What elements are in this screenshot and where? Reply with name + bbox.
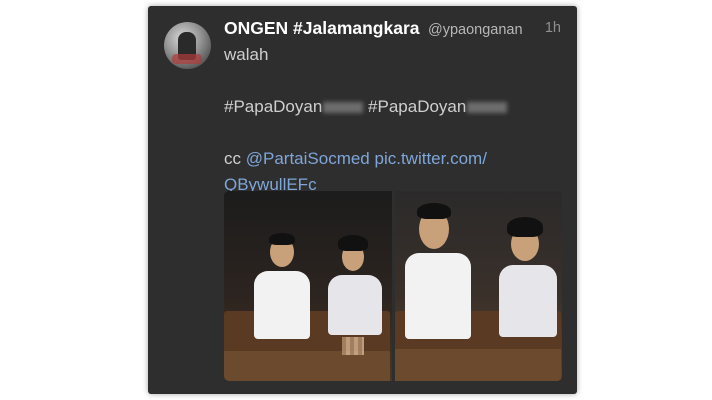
hashtag-line: #PapaDoyan #PapaDoyan [224, 94, 554, 120]
cc-line: cc @PartaiSocmed pic.twitter.com/ [224, 146, 554, 172]
man-shirt [404, 253, 471, 339]
display-name[interactable]: ONGEN #Jalamangkara [224, 18, 420, 38]
cc-prefix: cc [224, 149, 241, 168]
woman-hair [338, 235, 368, 251]
tweet-media[interactable] [224, 191, 562, 381]
text-spacer [224, 120, 554, 146]
woman-blouse [328, 275, 382, 335]
photo-right[interactable] [391, 191, 562, 381]
pic-link[interactable]: pic.twitter.com/ [375, 149, 487, 168]
tweet-card[interactable]: ONGEN #Jalamangkara @ypaonganan 1h walah… [148, 6, 577, 394]
man-hair [269, 233, 295, 245]
censored-text [467, 102, 508, 114]
table [224, 351, 390, 381]
pixelated-area [342, 337, 364, 355]
man-hair [416, 203, 451, 219]
censored-text [323, 102, 364, 114]
photo-left[interactable] [224, 191, 392, 381]
avatar-detail [172, 54, 202, 64]
woman-blouse [498, 265, 557, 337]
user-handle[interactable]: @ypaonganan [428, 22, 523, 38]
user-avatar[interactable] [164, 22, 211, 69]
hashtag-2[interactable]: #PapaDoyan [368, 97, 508, 116]
timestamp[interactable]: 1h [545, 20, 561, 36]
table [394, 349, 561, 381]
man-shirt [254, 271, 310, 339]
tweet-text: walah #PapaDoyan #PapaDoyan cc @PartaiSo… [224, 42, 554, 198]
tweet-header: ONGEN #Jalamangkara @ypaonganan 1h [224, 18, 563, 42]
hashtag-1[interactable]: #PapaDoyan [224, 97, 364, 116]
text-spacer [224, 68, 554, 94]
text-line: walah [224, 45, 269, 64]
woman-hair [506, 217, 543, 237]
mention-link[interactable]: @PartaiSocmed [246, 149, 370, 168]
